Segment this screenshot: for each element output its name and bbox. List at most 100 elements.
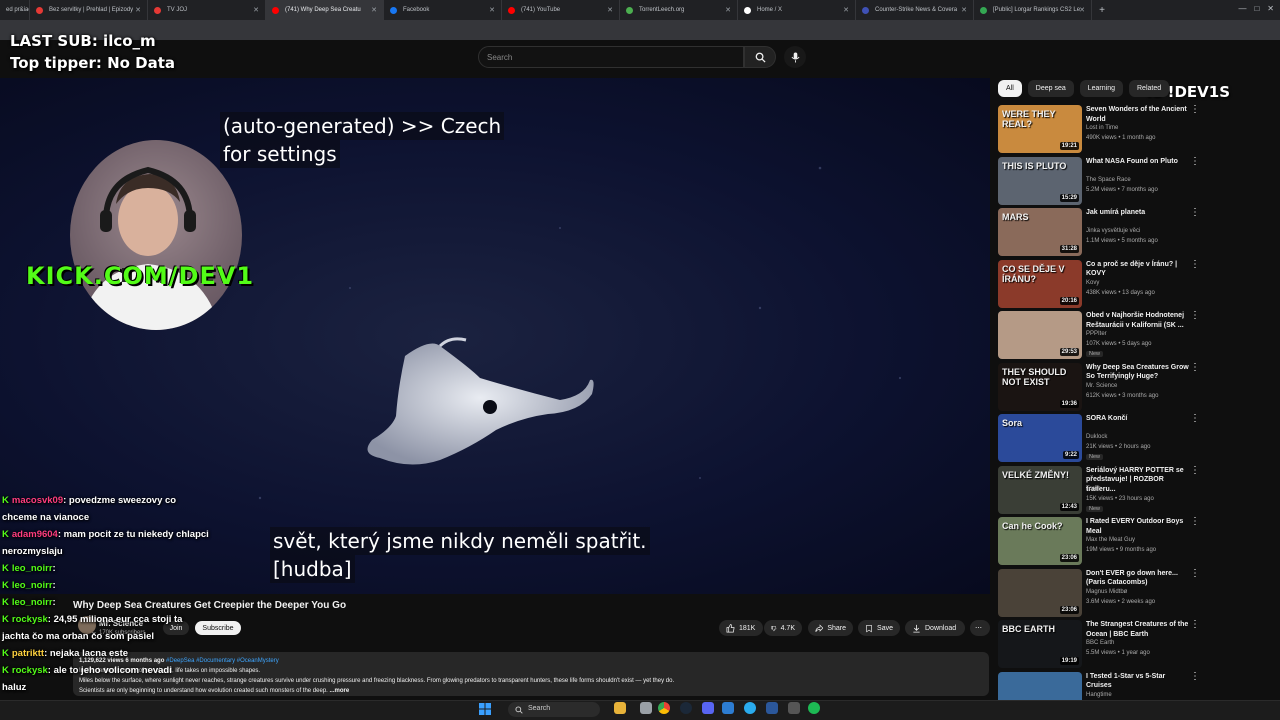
kebab-menu-icon[interactable]: ⋮ <box>1190 465 1200 475</box>
recommended-video[interactable]: VELKÉ ZMĚNY! 12:43 Seriálový HARRY POTTER … <box>998 465 1273 514</box>
recommended-channel[interactable]: Lost in Time <box>1086 125 1118 131</box>
kebab-menu-icon[interactable]: ⋮ <box>1190 517 1200 527</box>
maximize-icon[interactable]: □ <box>1254 4 1259 13</box>
tab-close-icon[interactable]: ✕ <box>843 6 849 14</box>
browser-icon[interactable] <box>640 702 652 714</box>
tab-close-icon[interactable]: ✕ <box>725 6 731 14</box>
recommended-title[interactable]: Co a proč se děje v Íránu? | KOVY <box>1086 260 1191 279</box>
recommended-channel[interactable]: The Space Race <box>1086 177 1131 183</box>
recommended-channel[interactable]: Magnus Midtbø <box>1086 589 1127 595</box>
video-thumbnail[interactable]: CO SE DĚJE V ÍRÁNU? 20:16 <box>998 259 1082 308</box>
recommended-video[interactable]: CO SE DĚJE V ÍRÁNU? 20:16 Co a proč se děj… <box>998 259 1273 308</box>
recommended-channel[interactable]: Hangtime <box>1086 692 1112 698</box>
browser-tab[interactable]: Counter-Strike News & Covera ✕ <box>856 0 974 20</box>
chat-username[interactable]: patriktt <box>12 648 44 659</box>
telegram-icon[interactable] <box>744 702 756 714</box>
search-input[interactable]: Search <box>478 46 744 68</box>
kebab-menu-icon[interactable]: ⋮ <box>1190 671 1200 681</box>
tab-close-icon[interactable]: ✕ <box>961 6 967 14</box>
chat-username[interactable]: leo_noirr <box>12 580 53 591</box>
browser-tab[interactable]: TV JOJ ✕ <box>148 0 266 20</box>
more-actions-button[interactable]: ⋯ <box>970 620 990 636</box>
video-thumbnail[interactable]: Sora 9:22 <box>998 414 1082 462</box>
word-icon[interactable] <box>766 702 778 714</box>
recommended-title[interactable]: I Tested 1-Star vs 5-Star Cruises <box>1086 672 1191 691</box>
chat-username[interactable]: leo_noirr <box>12 563 53 574</box>
kebab-menu-icon[interactable]: ⋮ <box>1190 414 1200 424</box>
browser-tab[interactable]: ed pr&iacute;behy <box>0 0 30 20</box>
video-thumbnail[interactable]: THEY SHOULD NOT EXIST 19:36 <box>998 362 1082 411</box>
kebab-menu-icon[interactable]: ⋮ <box>1190 620 1200 630</box>
discord-icon[interactable] <box>702 702 714 714</box>
kebab-menu-icon[interactable]: ⋮ <box>1190 311 1200 321</box>
recommended-video[interactable]: 23:06 Don't EVER go down here... (Paris C… <box>998 568 1273 617</box>
recommended-channel[interactable]: BBC Earth <box>1086 640 1114 646</box>
recommended-channel[interactable]: Duklock <box>1086 434 1107 440</box>
recommended-title[interactable]: SORA Končí <box>1086 414 1191 424</box>
recommended-video[interactable]: WERE THEY REAL? 19:21 Seven Wonders of the… <box>998 105 1273 153</box>
tab-close-icon[interactable]: ✕ <box>489 6 495 14</box>
save-button[interactable]: Save <box>858 620 900 636</box>
minimize-icon[interactable]: — <box>1238 4 1246 13</box>
recommended-video[interactable]: MARS 31:28 Jak umírá planeta Jinka vysvětlu… <box>998 208 1273 256</box>
video-thumbnail[interactable]: THIS IS PLUTO 15:29 <box>998 156 1082 205</box>
recommended-video[interactable]: THEY SHOULD NOT EXIST 19:36 Why Deep Sea C… <box>998 362 1273 411</box>
new-tab-button[interactable]: + <box>1092 5 1112 16</box>
tab-close-icon[interactable]: ✕ <box>135 6 141 14</box>
kebab-menu-icon[interactable]: ⋮ <box>1190 568 1200 578</box>
tab-close-icon[interactable]: ✕ <box>253 6 259 14</box>
chat-username[interactable]: rockysk <box>12 665 48 676</box>
browser-tab[interactable]: (741) YouTube ✕ <box>502 0 620 20</box>
recommended-title[interactable]: Jak umírá planeta <box>1086 208 1191 218</box>
video-thumbnail[interactable]: VELKÉ ZMĚNY! 12:43 <box>998 465 1082 514</box>
recommended-title[interactable]: I Rated EVERY Outdoor Boys Meal <box>1086 517 1191 536</box>
video-thumbnail[interactable]: BBC EARTH 19:19 <box>998 620 1082 668</box>
kebab-menu-icon[interactable]: ⋮ <box>1190 208 1200 218</box>
recommended-video[interactable]: THIS IS PLUTO 15:29 What NASA Found on Plu… <box>998 156 1273 205</box>
kebab-menu-icon[interactable]: ⋮ <box>1190 259 1200 269</box>
browser-tab[interactable]: Facebook ✕ <box>384 0 502 20</box>
recommended-channel[interactable]: PPPIter <box>1086 331 1107 337</box>
browser-tab[interactable]: (741) Why Deep Sea Creatu ✕ <box>266 0 384 20</box>
video-thumbnail[interactable]: Can he Cook? 23:06 <box>998 517 1082 565</box>
recommended-channel[interactable]: Max the Meat Guy <box>1086 537 1135 543</box>
dislike-button[interactable]: 4.7K <box>764 620 802 636</box>
recommended-title[interactable]: Obed v Najhoršie Hodnotenej Reštaurácii … <box>1086 311 1191 330</box>
download-button[interactable]: Download <box>905 620 965 636</box>
like-button[interactable]: 181K <box>719 620 763 636</box>
kebab-menu-icon[interactable]: ⋮ <box>1190 156 1200 166</box>
obs-icon[interactable] <box>788 702 800 714</box>
description-more-link[interactable]: ...more <box>330 688 350 694</box>
close-window-icon[interactable]: ✕ <box>1267 4 1274 13</box>
chat-username[interactable]: rockysk <box>12 614 48 625</box>
recommended-title[interactable]: Why Deep Sea Creatures Grow So Terrifyin… <box>1086 363 1191 382</box>
video-thumbnail[interactable]: 23:06 <box>998 568 1082 617</box>
tab-close-icon[interactable]: ✕ <box>607 6 613 14</box>
chat-username[interactable]: leo_noirr <box>12 597 53 608</box>
recommended-video[interactable]: Sora 9:22 SORA Končí Duklock 21K views • 2 h… <box>998 414 1273 462</box>
video-thumbnail[interactable]: 29:53 <box>998 311 1082 359</box>
chip-learning[interactable]: Learning <box>1079 80 1123 97</box>
chat-username[interactable]: macosvk09 <box>12 495 63 506</box>
browser-tab[interactable]: TorrentLeech.org ✕ <box>620 0 738 20</box>
browser-tab[interactable]: [Public] Lorgar Rankings CS2 Le ✕ <box>974 0 1092 20</box>
tab-close-icon[interactable]: ✕ <box>1079 6 1085 14</box>
recommended-title[interactable]: Seven Wonders of the Ancient World <box>1086 105 1191 124</box>
spotify-icon[interactable] <box>808 702 820 714</box>
video-thumbnail[interactable]: MARS 31:28 <box>998 208 1082 256</box>
recommended-channel[interactable]: Kovy <box>1086 280 1099 286</box>
windows-start-icon[interactable] <box>478 702 492 716</box>
kebab-menu-icon[interactable]: ⋮ <box>1190 362 1200 372</box>
chip-all[interactable]: All <box>998 80 1022 97</box>
recommended-title[interactable]: The Strangest Creatures of the Ocean | B… <box>1086 620 1191 639</box>
recommended-title[interactable]: Don't EVER go down here... (Paris Cataco… <box>1086 569 1191 588</box>
search-button[interactable] <box>744 46 776 68</box>
recommended-channel[interactable]: Mr. Science <box>1086 383 1117 389</box>
notepad-icon[interactable] <box>722 702 734 714</box>
kebab-menu-icon[interactable]: ⋮ <box>1190 105 1200 115</box>
file-explorer-icon[interactable] <box>614 702 626 714</box>
recommended-video[interactable]: 29:53 Obed v Najhoršie Hodnotenej Reštaur… <box>998 311 1273 359</box>
chip-deep-sea[interactable]: Deep sea <box>1027 80 1074 97</box>
chat-username[interactable]: adam9604 <box>12 529 58 540</box>
tab-close-icon[interactable]: ✕ <box>371 6 377 14</box>
